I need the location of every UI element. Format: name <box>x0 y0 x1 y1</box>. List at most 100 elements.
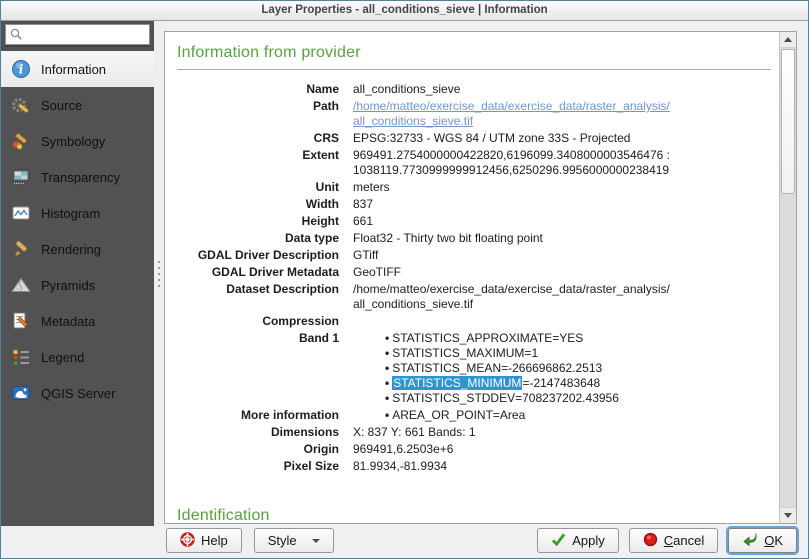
sidebar-item-label: Metadata <box>41 314 95 329</box>
sidebar-item-source[interactable]: Source <box>1 87 154 123</box>
table-row-name: Name all_conditions_sieve <box>175 81 773 98</box>
wrench-gear-icon <box>10 94 32 116</box>
sidebar-item-legend[interactable]: Legend <box>1 339 154 375</box>
field-value <box>353 313 773 330</box>
dialog-title: Layer Properties - all_conditions_sieve … <box>261 4 547 16</box>
histogram-chart-icon <box>10 202 32 224</box>
more-information-list: AREA_OR_POINT=Area <box>353 408 769 423</box>
field-value: all_conditions_sieve <box>353 81 773 98</box>
next-section-title: Identification <box>177 507 773 523</box>
sidebar-item-metadata[interactable]: Metadata <box>1 303 154 339</box>
lifebuoy-help-icon <box>180 532 195 550</box>
style-dropdown-button[interactable]: Style <box>254 528 334 553</box>
help-button[interactable]: Help <box>166 528 242 553</box>
table-row-width: Width 837 <box>175 196 773 213</box>
sidebar-item-label: Legend <box>41 350 84 365</box>
layer-properties-dialog: Layer Properties - all_conditions_sieve … <box>0 0 809 559</box>
field-value: /home/matteo/exercise_data/exercise_data… <box>353 98 773 130</box>
sidebar-item-label: QGIS Server <box>41 386 115 401</box>
field-label: Width <box>175 196 353 213</box>
chevron-down-icon <box>312 539 320 543</box>
sidebar-item-label: Symbology <box>41 134 105 149</box>
field-value: STATISTICS_APPROXIMATE=YES STATISTICS_MA… <box>353 330 773 407</box>
dialog-body: i Information Source Symbology <box>1 21 808 526</box>
table-row-dataset-description: Dataset Description /home/matteo/exercis… <box>175 281 773 313</box>
arrow-down-icon <box>784 513 792 518</box>
splitter-handle[interactable] <box>154 21 164 526</box>
field-label: GDAL Driver Metadata <box>175 264 353 281</box>
field-value: 81.9934,-81.9934 <box>353 458 773 475</box>
transparency-image-icon <box>10 166 32 188</box>
vertical-scrollbar[interactable] <box>779 32 796 523</box>
search-input[interactable] <box>23 28 146 42</box>
legend-swatches-icon <box>10 346 32 368</box>
table-row-pixel-size: Pixel Size 81.9934,-81.9934 <box>175 458 773 475</box>
sidebar-item-symbology[interactable]: Symbology <box>1 123 154 159</box>
sidebar-item-qgis-server[interactable]: QGIS Server <box>1 375 154 411</box>
sidebar-item-transparency[interactable]: Transparency <box>1 159 154 195</box>
sidebar-search[interactable] <box>5 24 150 45</box>
scroll-down-button[interactable] <box>780 507 796 523</box>
field-label: Height <box>175 213 353 230</box>
field-value: 661 <box>353 213 773 230</box>
pyramid-icon <box>10 274 32 296</box>
sidebar-item-label: Information <box>41 62 106 77</box>
field-label: Dimensions <box>175 424 353 441</box>
table-row-path: Path /home/matteo/exercise_data/exercise… <box>175 98 773 130</box>
section-divider <box>177 69 771 70</box>
band1-statistics-list: STATISTICS_APPROXIMATE=YES STATISTICS_MA… <box>353 331 769 406</box>
splitter-dots <box>158 261 160 287</box>
information-scroll-area: Information from provider Name all_condi… <box>165 32 779 523</box>
sidebar-item-rendering[interactable]: Rendering <box>1 231 154 267</box>
statistic-item: STATISTICS_MAXIMUM=1 <box>385 346 769 361</box>
statistic-item: STATISTICS_APPROXIMATE=YES <box>385 331 769 346</box>
field-label: GDAL Driver Description <box>175 247 353 264</box>
path-link[interactable]: /home/matteo/exercise_data/exercise_data… <box>353 99 769 129</box>
cancel-button[interactable]: Cancel <box>629 528 718 553</box>
table-row-more-information: More information AREA_OR_POINT=Area <box>175 407 773 424</box>
field-value: meters <box>353 179 773 196</box>
statistic-item: STATISTICS_MEAN=-266696862.2513 <box>385 361 769 376</box>
information-icon: i <box>10 58 32 80</box>
field-label: Unit <box>175 179 353 196</box>
field-label: Origin <box>175 441 353 458</box>
checkmark-icon <box>551 533 566 549</box>
sidebar-item-label: Pyramids <box>41 278 95 293</box>
field-label: Path <box>175 98 353 130</box>
field-value: GTiff <box>353 247 773 264</box>
sidebar-item-information[interactable]: i Information <box>1 51 154 87</box>
table-row-data-type: Data type Float32 - Thirty two bit float… <box>175 230 773 247</box>
field-value: 969491,6.2503e+6 <box>353 441 773 458</box>
apply-button[interactable]: Apply <box>537 528 619 553</box>
table-row-gdal-driver-description: GDAL Driver Description GTiff <box>175 247 773 264</box>
field-label: Compression <box>175 313 353 330</box>
field-value: 837 <box>353 196 773 213</box>
field-value: X: 837 Y: 661 Bands: 1 <box>353 424 773 441</box>
scrollbar-thumb[interactable] <box>781 49 795 194</box>
table-row-compression: Compression <box>175 313 773 330</box>
statistic-item: STATISTICS_STDDEV=708237202.43956 <box>385 391 769 406</box>
field-value: /home/matteo/exercise_data/exercise_data… <box>353 281 773 313</box>
field-value: AREA_OR_POINT=Area <box>353 407 773 424</box>
sidebar-item-histogram[interactable]: Histogram <box>1 195 154 231</box>
document-pencil-icon <box>10 310 32 332</box>
field-value: 969491.2754000000422820,6196099.34080000… <box>353 147 773 179</box>
action-buttons: Apply Cancel OK <box>537 528 797 553</box>
ok-button[interactable]: OK <box>728 528 797 553</box>
statistic-item: AREA_OR_POINT=Area <box>385 408 769 423</box>
red-circle-icon <box>643 532 658 550</box>
provider-info-table: Name all_conditions_sieve Path /home/mat… <box>175 81 773 475</box>
field-label: Band 1 <box>175 330 353 407</box>
statistic-item-highlighted: STATISTICS_MINIMUM=-2147483648 <box>385 376 769 391</box>
dialog-titlebar[interactable]: Layer Properties - all_conditions_sieve … <box>1 1 808 21</box>
svg-text:i: i <box>19 63 24 77</box>
sidebar-item-pyramids[interactable]: Pyramids <box>1 267 154 303</box>
field-label: CRS <box>175 130 353 147</box>
sidebar-item-label: Rendering <box>41 242 101 257</box>
field-value: GeoTIFF <box>353 264 773 281</box>
scroll-up-button[interactable] <box>780 32 796 48</box>
table-row-crs: CRS EPSG:32733 - WGS 84 / UTM zone 33S -… <box>175 130 773 147</box>
sidebar-item-label: Histogram <box>41 206 100 221</box>
field-label: Extent <box>175 147 353 179</box>
search-icon <box>9 24 23 46</box>
